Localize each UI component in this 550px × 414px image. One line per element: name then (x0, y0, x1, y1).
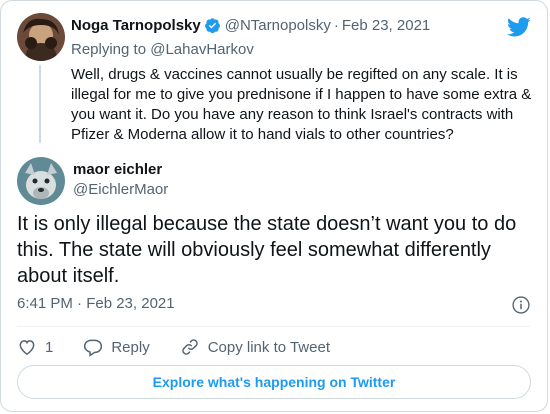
copy-link-label: Copy link to Tweet (207, 338, 330, 356)
like-count: 1 (45, 338, 54, 356)
tweet-timestamp[interactable]: 6:41 PM · Feb 23, 2021 (17, 295, 175, 312)
parent-tweet-text: Well, drugs & vaccines cannot usually be… (71, 66, 532, 143)
main-author-handle[interactable]: @EichlerMaor (73, 181, 168, 198)
main-tweet-text: It is only illegal because the state doe… (17, 213, 517, 287)
main-author-name[interactable]: maor eichler (73, 161, 162, 178)
link-icon (182, 339, 198, 355)
replying-to-mention[interactable]: @LahavHarkov (150, 41, 254, 58)
replying-to-line: Replying to @LahavHarkov (71, 41, 254, 58)
parent-author-avatar[interactable] (17, 13, 65, 61)
tweet-actions-bar: 1 Reply Copy link to Tweet (17, 336, 360, 358)
replying-to-prefix: Replying to (71, 41, 147, 58)
main-author-avatar[interactable] (17, 157, 65, 205)
parent-author-handle[interactable]: @NTarnopolsky (225, 17, 331, 34)
reply-label: Reply (111, 338, 150, 356)
parent-author-name[interactable]: Noga Tarnopolsky (71, 17, 201, 34)
thread-connector-line (39, 65, 41, 143)
twitter-bird-icon[interactable] (507, 15, 531, 39)
divider (17, 326, 531, 327)
info-icon[interactable] (511, 295, 531, 315)
heart-icon (19, 340, 35, 355)
separator-dot: · (333, 17, 339, 34)
explore-twitter-button[interactable]: Explore what's happening on Twitter (17, 365, 531, 399)
tweet-embed-card: Noga Tarnopolsky @NTarnopolsky · Feb 23,… (0, 0, 548, 412)
reply-bubble-icon (84, 339, 103, 357)
parent-tweet-date[interactable]: Feb 23, 2021 (342, 17, 430, 34)
reply-button[interactable]: Reply (83, 337, 150, 357)
verified-badge-icon (204, 18, 220, 34)
parent-author-row: Noga Tarnopolsky @NTarnopolsky · Feb 23,… (71, 17, 430, 34)
copy-link-button[interactable]: Copy link to Tweet (180, 337, 330, 357)
like-button[interactable]: 1 (17, 337, 53, 357)
